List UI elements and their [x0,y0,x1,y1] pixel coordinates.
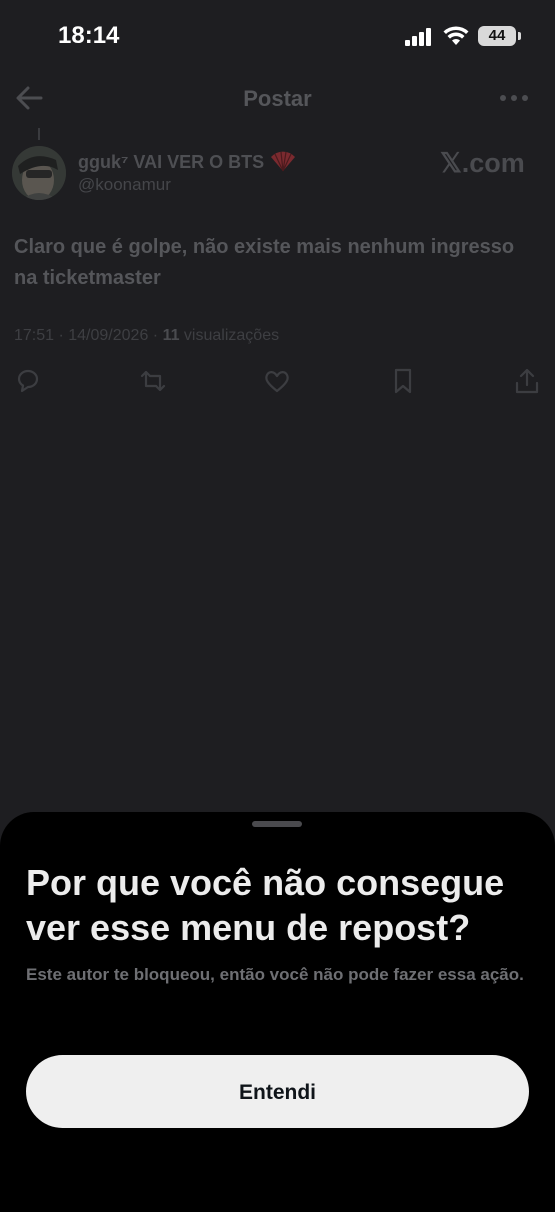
fan-icon [271,151,295,172]
views-label: visualizações [179,327,280,344]
sheet-grabber[interactable] [252,821,302,827]
bottom-sheet: Por que você não consegue ver esse menu … [0,812,555,1212]
author-name[interactable]: gguk⁷ VAI VER O BTS [78,152,264,173]
x-logo: 𝕏.com [440,148,525,178]
post-timestamp: 17:51 · 14/09/2026 · [14,327,163,344]
more-horizontal-icon[interactable] [498,90,530,106]
dimmed-post-screen: 18:14 44 Postar gguk⁷ VAI VER O BTS @koo… [0,0,555,820]
post-actions [0,366,555,400]
page-title: Postar [243,86,312,111]
post-meta: 17:51 · 14/09/2026 · 11 visualizações [14,327,279,345]
sheet-title: Por que você não consegue ver esse menu … [26,862,505,948]
battery-indicator: 44 [478,26,521,46]
sheet-description: Este autor te bloqueou, então você não p… [26,965,524,984]
status-bar: 18:14 44 [0,0,555,72]
share-icon[interactable] [512,366,542,396]
cellular-signal-icon [405,28,431,46]
views-count: 11 [162,327,180,344]
post-text: Claro que é golpe, não existe mais nenhu… [14,236,515,289]
bookmark-icon[interactable] [388,366,418,396]
like-icon[interactable] [262,366,292,396]
status-time: 18:14 [58,22,120,49]
got-it-button[interactable]: Entendi [26,1055,529,1128]
avatar[interactable] [12,146,66,200]
repost-icon[interactable] [138,366,168,396]
author-handle[interactable]: @koonamur [78,175,171,195]
thread-line [38,128,40,140]
wifi-icon [443,26,469,45]
reply-icon[interactable] [13,366,43,396]
